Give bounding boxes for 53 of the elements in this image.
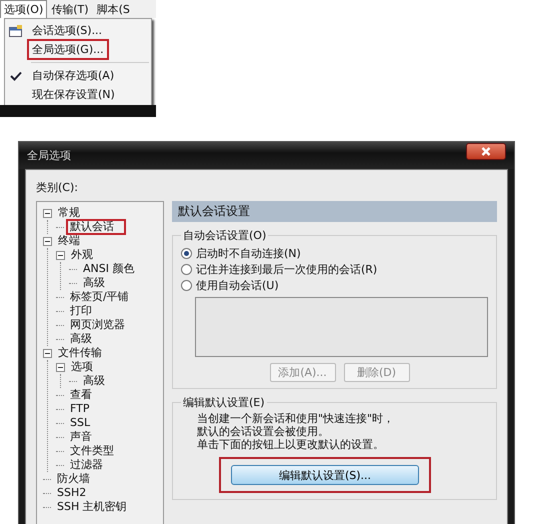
tree-item[interactable]: 查看 [66,387,96,403]
tree-item[interactable]: 外观 [67,247,97,263]
tree-item[interactable]: 选项 [67,359,97,375]
collapse-icon[interactable] [43,236,52,246]
tree-item[interactable]: FTP [66,401,94,417]
tree-item[interactable]: SSL [66,415,94,431]
tree-item[interactable]: 过滤器 [66,457,107,473]
radio-label: 使用自动会话(U) [196,278,279,292]
description-text: 默认的会话设置会被使用。 [197,425,330,438]
tree-item[interactable]: 标签页/平铺 [66,289,133,305]
tree-item[interactable]: 打印 [66,303,96,319]
collapse-icon[interactable] [43,208,52,218]
tree-item[interactable]: 高级 [66,331,96,347]
tree-item[interactable]: 终端 [54,233,84,249]
tree-item[interactable]: SSH2 [53,485,90,501]
tree-item[interactable]: 高级 [79,373,109,389]
close-icon [481,147,491,156]
description-text: 单击下面的按钮上以更改默认的设置。 [197,438,385,451]
menu-title[interactable]: 脚本(S [92,0,134,18]
close-button[interactable] [466,143,506,160]
category-label: 类别(C): [36,180,79,195]
menu-item[interactable]: 全局选项(G)... [27,39,109,60]
collapse-icon[interactable] [56,250,65,260]
collapse-icon[interactable] [43,348,52,358]
window-title: 全局选项 [27,148,71,163]
radio-label: 记住并连接到最后一次使用的会话(R) [196,262,378,276]
menu-item[interactable]: 现在保存设置(N) [27,84,120,105]
group-title: 编辑默认设置(E) [182,395,266,410]
tree-item[interactable]: 声音 [66,429,96,445]
tree-item[interactable]: 默认会话 [66,219,126,235]
radio-button[interactable] [181,280,192,290]
description-text: 当创建一个新会话和使用"快速连接"时， [197,412,396,425]
collapse-icon[interactable] [56,362,65,372]
tree-item[interactable]: 网页浏览器 [66,317,129,333]
menu-title[interactable]: 传输(T) [47,0,93,18]
menu-item[interactable]: 自动保存选项(A) [27,65,120,86]
radio-label: 启动时不自动连接(N) [196,246,301,260]
group-title: 自动会话设置(O) [182,228,268,243]
tree-item[interactable]: 文件类型 [66,443,118,459]
menu-title[interactable]: 选项(O) [0,0,48,18]
tree-item[interactable]: 常规 [54,205,84,221]
window-icon [9,24,23,36]
tree-item[interactable]: ANSI 颜色 [79,261,138,277]
tree-item[interactable]: SSH 主机密钥 [53,499,131,515]
tree-item[interactable]: 文件传输 [54,345,106,361]
tree-item[interactable]: 防火墙 [53,471,94,487]
session-list[interactable] [195,297,488,357]
tree-item[interactable]: 高级 [79,275,109,291]
radio-button[interactable] [181,264,192,274]
section-header: 默认会话设置 [172,201,497,222]
radio-button[interactable] [181,248,192,258]
menu-item[interactable]: 会话选项(S)... [27,20,108,41]
edit-defaults-button[interactable]: 编辑默认设置(S)... [231,465,419,485]
